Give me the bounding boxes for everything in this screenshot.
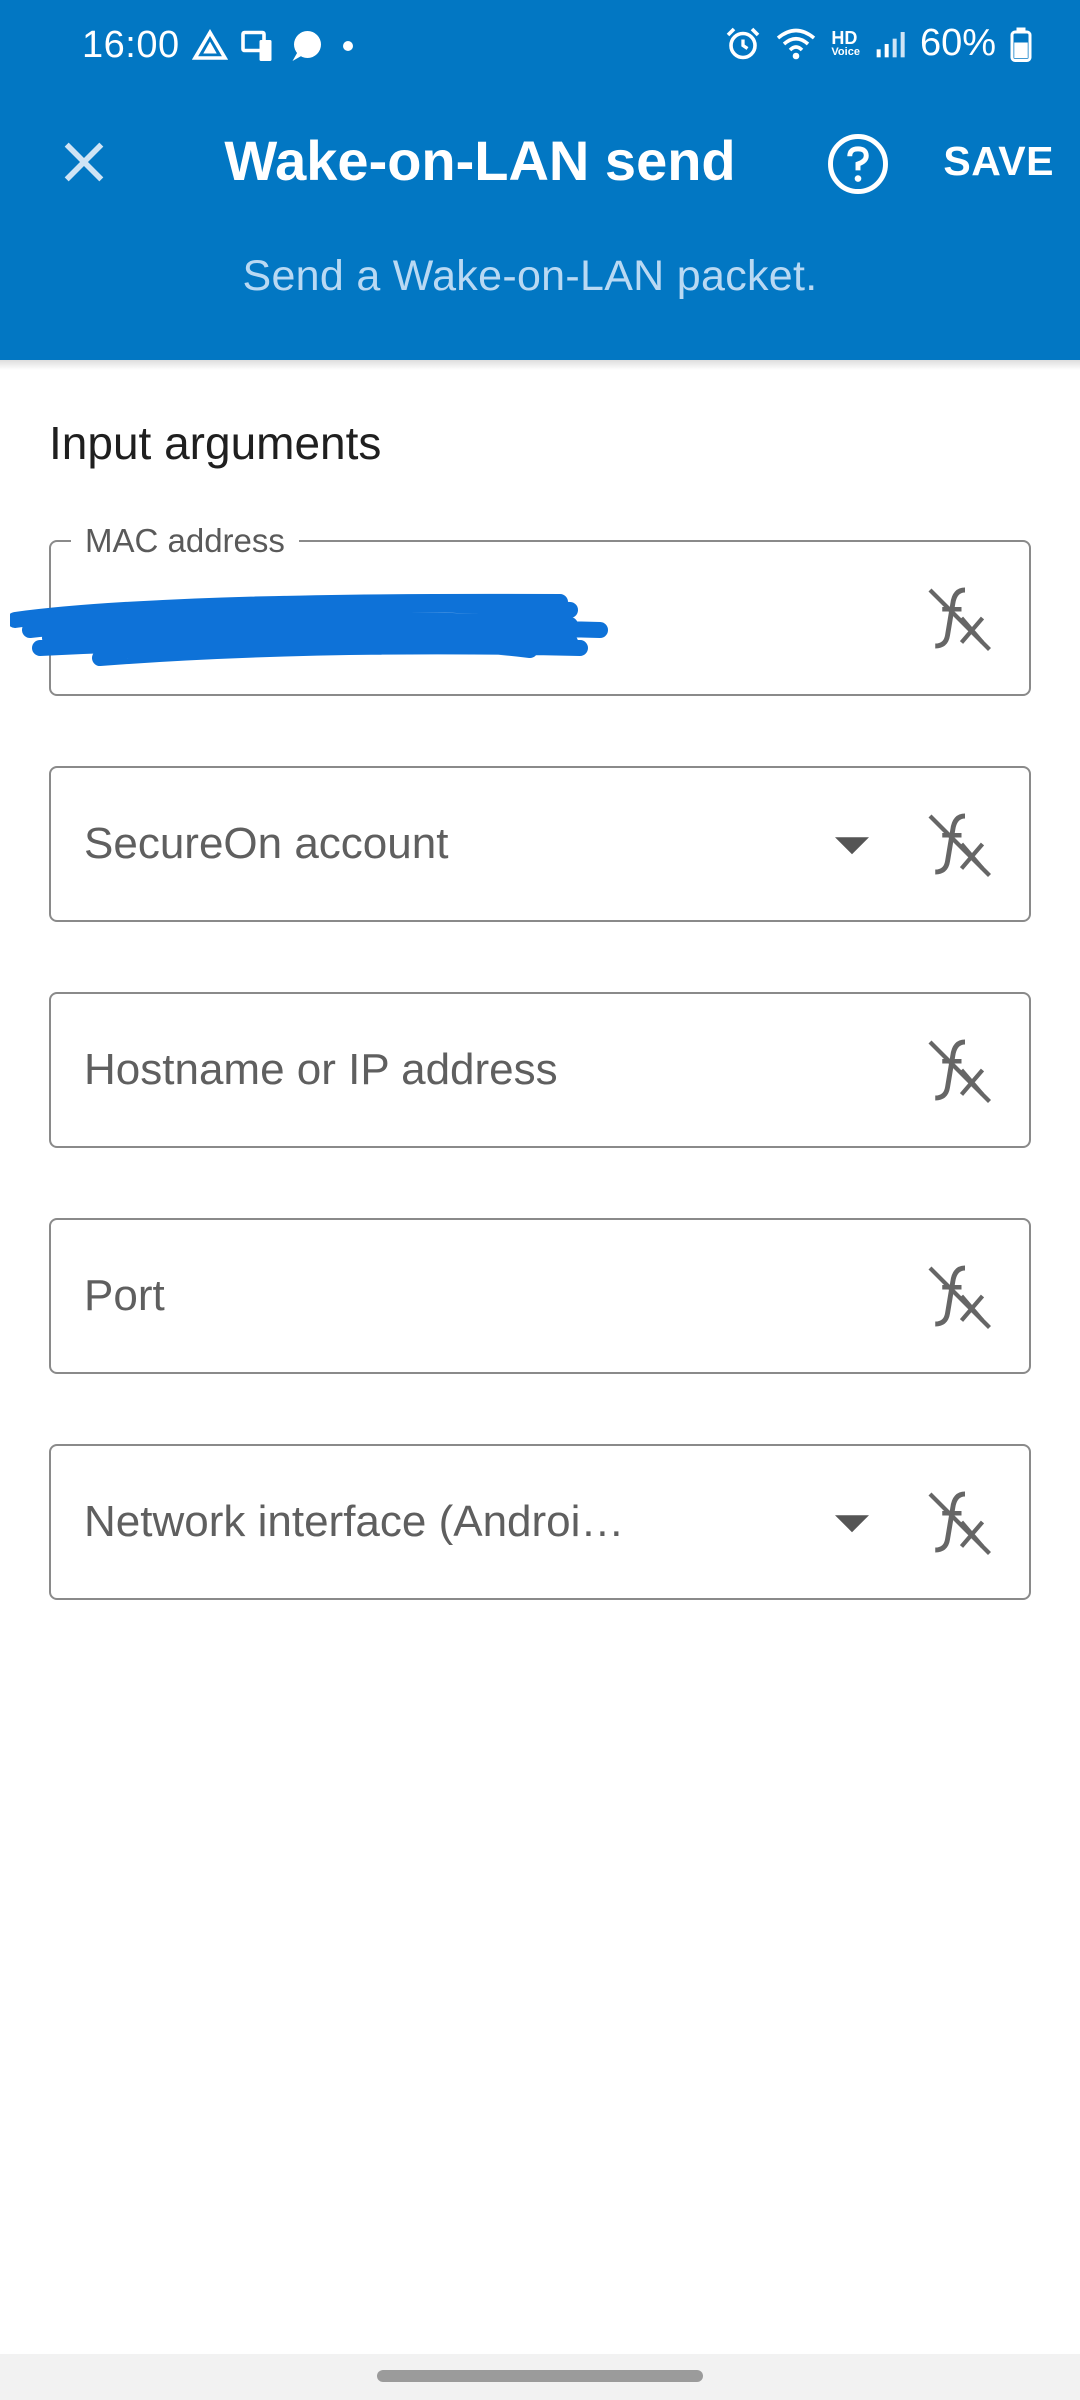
hd-voice-icon: HD Voice (831, 29, 860, 58)
help-icon (828, 134, 888, 194)
page-subtitle: Send a Wake-on-LAN packet. (242, 252, 818, 300)
secureon-account-field[interactable]: SecureOn account (49, 766, 1031, 922)
dropdown-arrow-icon[interactable] (835, 837, 869, 855)
fx-icon[interactable] (923, 1035, 993, 1105)
section-title: Input arguments (49, 417, 382, 469)
app-bar-shadow (0, 360, 1080, 370)
hostname-label: Hostname or IP address (84, 1045, 558, 1094)
voice-label: Voice (831, 46, 860, 58)
app-bar: 16:00 HD Voice 60% Wake-on-LAN send SAVE… (0, 0, 1080, 360)
navigation-bar (0, 2354, 1080, 2400)
fx-icon[interactable] (923, 583, 993, 653)
signal-icon (876, 31, 905, 57)
fx-icon[interactable] (923, 1261, 993, 1331)
wifi-icon (777, 28, 816, 59)
status-bar: 16:00 HD Voice 60% (0, 0, 1080, 96)
status-time: 16:00 (82, 24, 180, 66)
chat-icon (292, 31, 321, 61)
device-icon (241, 30, 272, 61)
port-field[interactable]: Port (49, 1218, 1031, 1374)
redaction-scribble (10, 593, 608, 666)
battery-percent: 60% (919, 22, 996, 64)
drive-icon (192, 28, 228, 60)
alarm-icon (727, 27, 760, 59)
home-gesture-handle[interactable] (377, 2370, 703, 2382)
dot-icon (343, 41, 353, 51)
notification-icons (192, 28, 360, 64)
network-interface-label: Network interface (Androi… (84, 1497, 625, 1546)
dropdown-arrow-icon[interactable] (835, 1515, 869, 1533)
help-button[interactable] (816, 122, 900, 206)
system-icons: HD Voice 60% (725, 22, 1032, 65)
hd-label: HD (831, 28, 858, 48)
secureon-account-label: SecureOn account (84, 819, 449, 868)
hostname-field[interactable]: Hostname or IP address (49, 992, 1031, 1148)
save-button[interactable]: SAVE (943, 138, 1054, 185)
mac-address-label: MAC address (71, 522, 299, 560)
fx-icon[interactable] (923, 809, 993, 879)
battery-icon (1010, 27, 1032, 62)
fx-icon[interactable] (923, 1487, 993, 1557)
network-interface-field[interactable]: Network interface (Androi… (49, 1444, 1031, 1600)
port-label: Port (84, 1271, 165, 1320)
